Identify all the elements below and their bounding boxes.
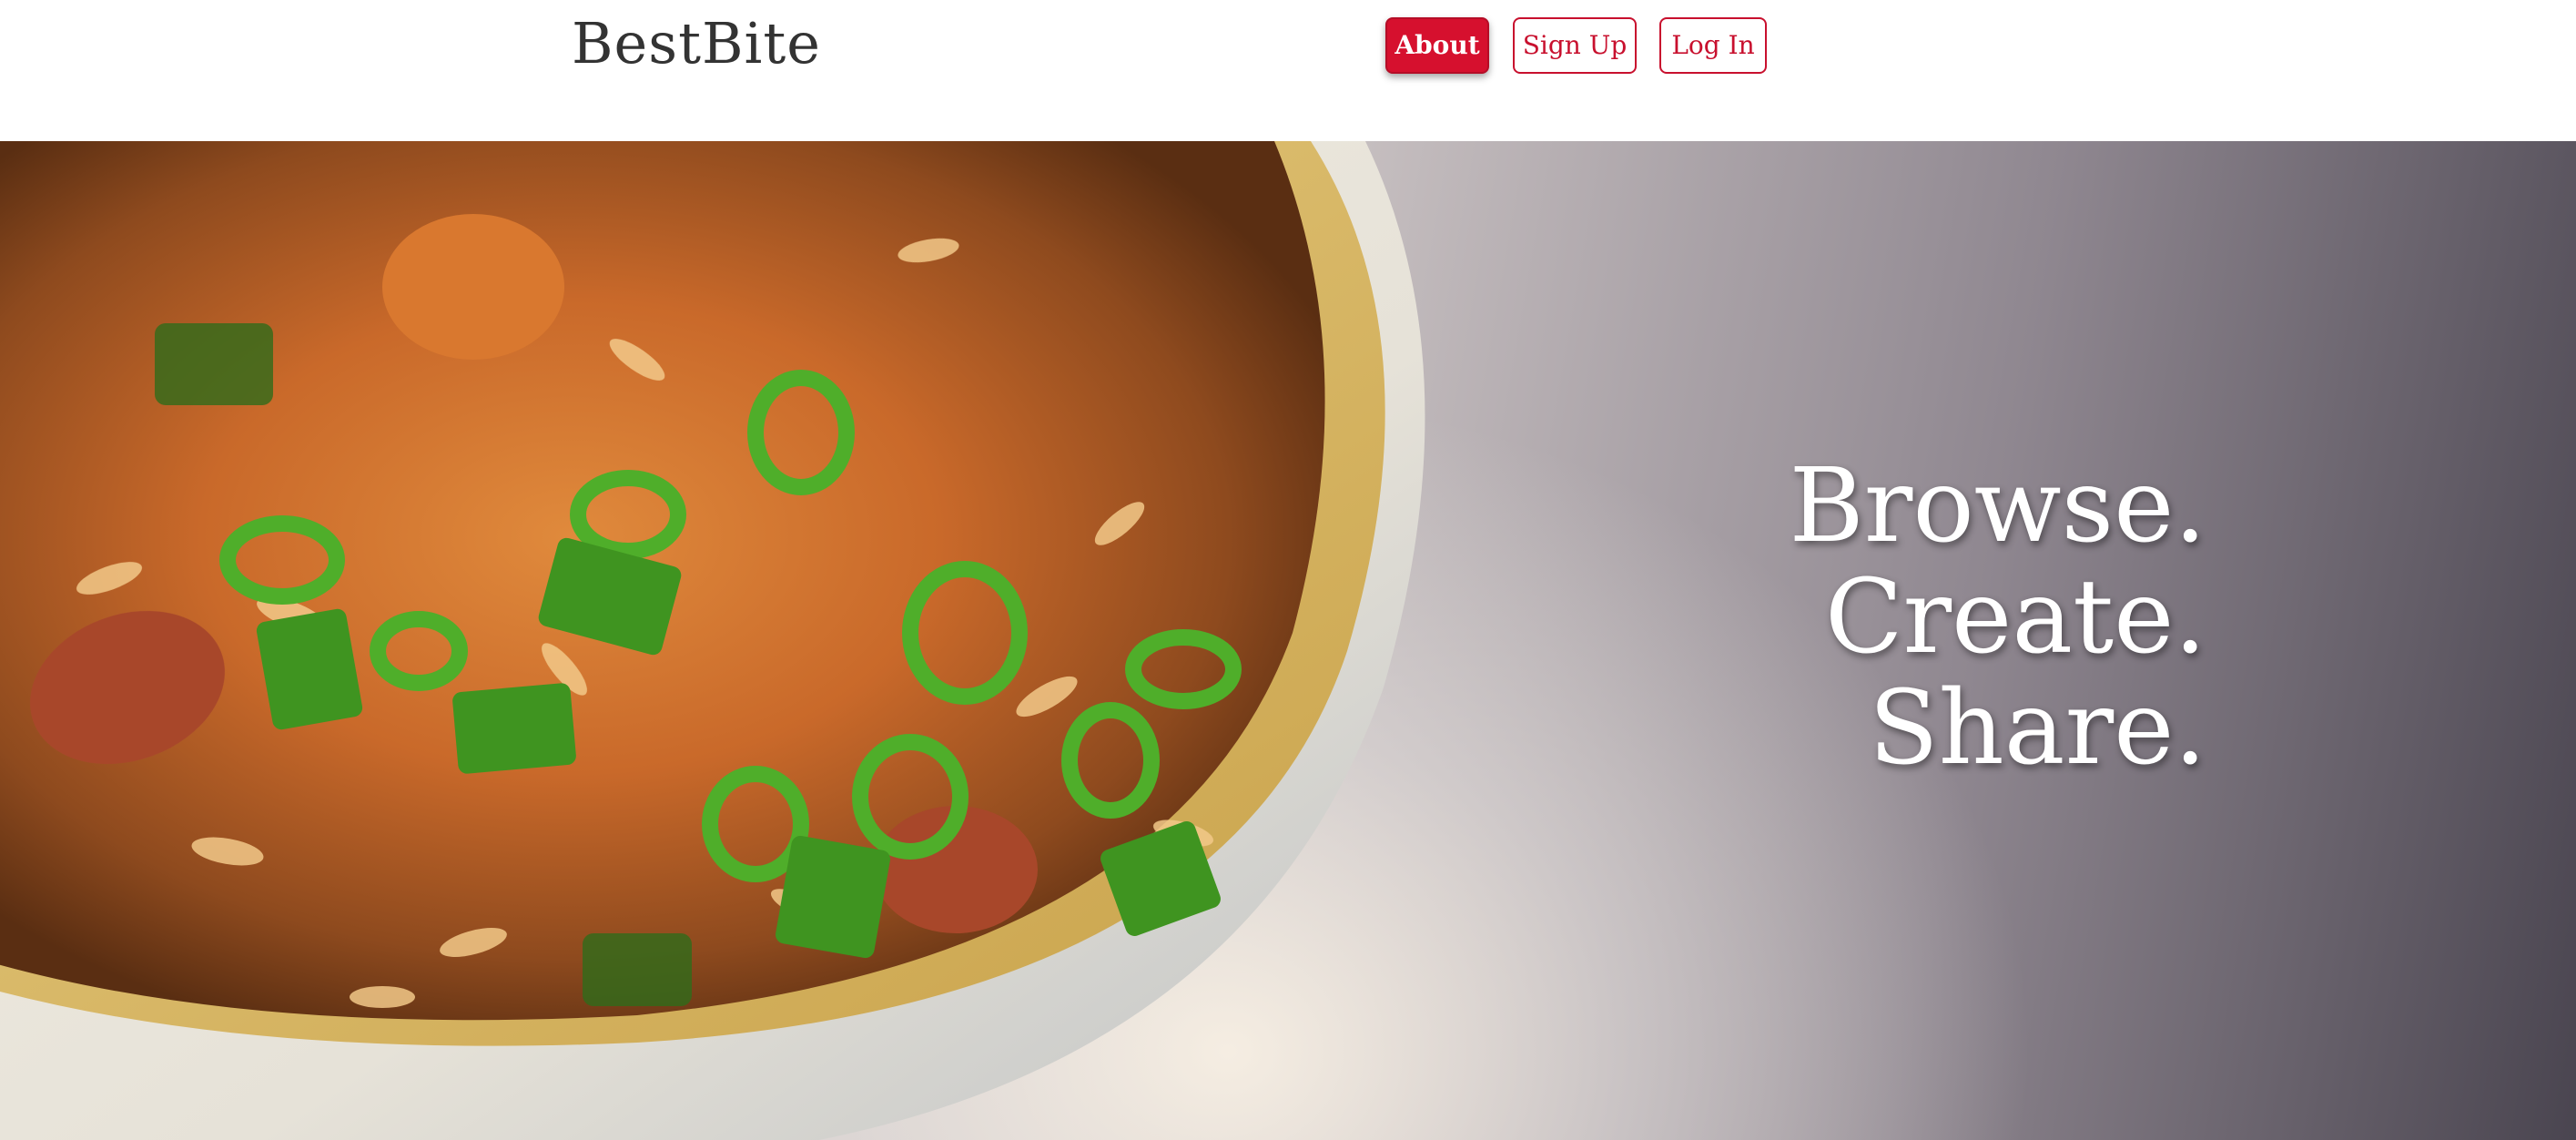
sign-up-button[interactable]: Sign Up — [1513, 17, 1637, 74]
hero-banner: Browse. Create. Share. — [0, 141, 2576, 1140]
top-navbar: BestBite About Sign Up Log In — [0, 0, 2576, 141]
log-in-button[interactable]: Log In — [1659, 17, 1767, 74]
tagline-line-create: Create. — [1824, 558, 2206, 677]
hero-tagline: Browse. Create. Share. — [1790, 451, 2207, 784]
about-button[interactable]: About — [1385, 17, 1489, 74]
brand-logo[interactable]: BestBite — [572, 7, 821, 80]
tagline-line-share: Share. — [1868, 669, 2206, 788]
tagline-line-browse: Browse. — [1789, 447, 2207, 565]
food-bowl-photo — [0, 141, 1425, 1140]
